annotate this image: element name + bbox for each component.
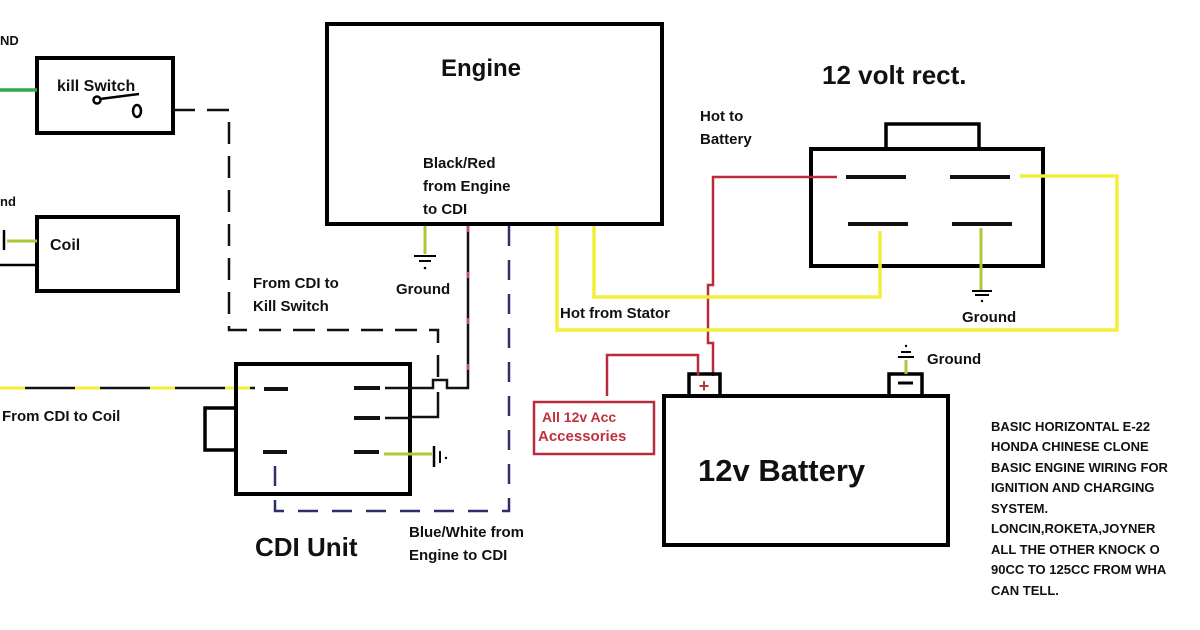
engine-ground-label: Ground	[396, 281, 450, 298]
rectifier-tab	[884, 122, 981, 151]
kill-switch-component: kill Switch	[35, 56, 175, 135]
hot-to-battery-wire	[706, 175, 837, 376]
cdi-to-kill-switch-wire	[173, 108, 440, 378]
accessories-wire	[605, 353, 700, 396]
coil-component: Coil	[35, 215, 180, 293]
partial-ground-label-mid: nd	[0, 194, 16, 209]
kill-switch-label: kill Switch	[57, 78, 135, 95]
cdi-to-coil-label: From CDI to Coil	[2, 408, 120, 425]
battery-ground-label: Ground	[927, 351, 981, 368]
partial-ground-label-top: ND	[0, 33, 19, 48]
note-line: ALL THE OTHER KNOCK O	[991, 542, 1160, 557]
battery-label: 12v Battery	[698, 453, 866, 488]
hot-to-battery-label-1: Hot to	[700, 108, 743, 125]
black-red-label-2: from Engine	[423, 178, 511, 195]
battery-ground-icon	[898, 344, 914, 358]
note-line: BASIC ENGINE WIRING FOR	[991, 460, 1169, 475]
cdi-ground-icon	[432, 446, 448, 467]
battery-negative-terminal	[887, 372, 924, 398]
hot-to-battery-label-2: Battery	[700, 131, 752, 148]
black-red-label-3: to CDI	[423, 201, 467, 218]
hot-from-stator-label: Hot from Stator	[560, 305, 670, 322]
blue-white-wire	[273, 226, 511, 513]
accessories-label-1: All 12v Acc	[542, 409, 616, 425]
cdi-mount-tab	[203, 406, 238, 452]
coil-box	[35, 215, 180, 293]
wiring-diagram: kill Switch ND From CDI to Kill Switch C…	[0, 22, 1169, 598]
plus-icon: +	[699, 376, 710, 396]
note-line: BASIC HORIZONTAL E-22	[991, 419, 1150, 434]
note-line: 90CC TO 125CC FROM WHA	[991, 562, 1167, 577]
switch-contact-icon	[131, 103, 143, 119]
rect-ground-label: Ground	[962, 309, 1016, 326]
engine-label: Engine	[441, 55, 521, 82]
switch-pivot-icon	[92, 95, 102, 105]
notes-block: BASIC HORIZONTAL E-22 HONDA CHINESE CLON…	[991, 419, 1169, 598]
rectifier-box	[809, 147, 1045, 268]
rectifier-component: 12 volt rect.	[809, 60, 1045, 268]
engine-ground-icon	[414, 255, 436, 270]
coil-label: Coil	[50, 237, 80, 254]
cdi-label: CDI Unit	[255, 532, 358, 562]
kill-switch-box	[35, 56, 175, 135]
blue-white-label-1: Blue/White from	[409, 524, 524, 541]
cdi-component: CDI Unit	[203, 362, 412, 562]
note-line: CAN TELL.	[991, 583, 1059, 598]
battery-component: + 12v Battery	[662, 372, 950, 547]
accessories-label-2: Accessories	[538, 428, 626, 445]
rectifier-label: 12 volt rect.	[822, 60, 967, 90]
black-red-label-1: Black/Red	[423, 155, 496, 172]
cdi-box	[234, 362, 412, 496]
cdi-to-kill-label-2: Kill Switch	[253, 298, 329, 315]
rect-ground-icon	[972, 290, 992, 303]
note-line: SYSTEM.	[991, 501, 1048, 516]
blue-white-label-2: Engine to CDI	[409, 547, 507, 564]
note-line: HONDA CHINESE CLONE	[991, 439, 1149, 454]
note-line: IGNITION AND CHARGING	[991, 480, 1154, 495]
engine-component: Engine Black/Red from Engine to CDI	[325, 22, 664, 226]
black-red-wire	[412, 226, 470, 390]
cdi-pin2-wire	[412, 392, 440, 419]
stator-wire-inner	[592, 226, 882, 299]
note-line: LONCIN,ROKETA,JOYNER	[991, 521, 1156, 536]
cdi-to-kill-label-1: From CDI to	[253, 275, 339, 292]
